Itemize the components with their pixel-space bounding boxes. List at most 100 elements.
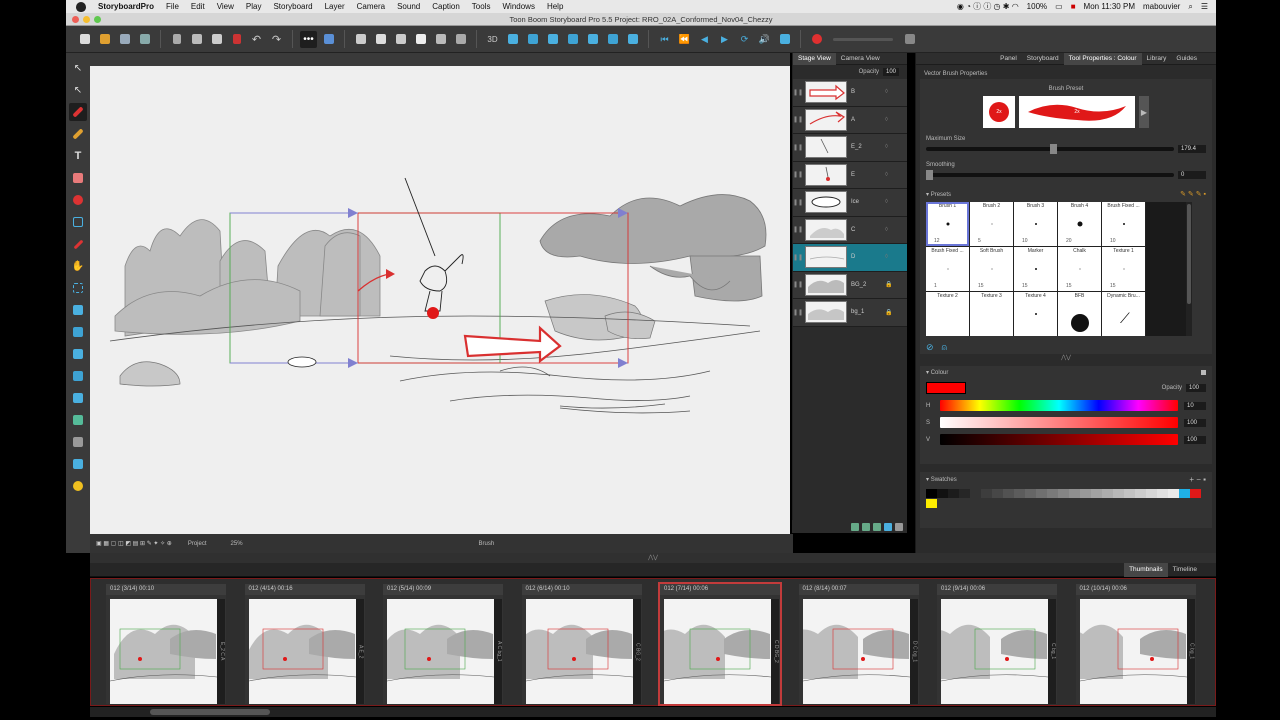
menu-caption[interactable]: Caption [432, 2, 460, 11]
colour-label[interactable]: ▾ Colour [926, 369, 948, 376]
swatch[interactable] [1091, 489, 1102, 498]
brush-preset[interactable]: Soft Brush 15 [970, 247, 1013, 291]
audio-icon[interactable] [901, 31, 918, 48]
save-icon[interactable] [116, 31, 133, 48]
layer-handle-icon[interactable]: ❚❚ [793, 199, 803, 206]
swatch[interactable] [1190, 489, 1201, 498]
lock-icon[interactable]: 🔒 [885, 309, 892, 316]
brush-preset[interactable]: Brush 4 20 [1058, 202, 1101, 246]
swatch[interactable] [959, 489, 970, 498]
duplicate-layer-icon[interactable] [884, 522, 892, 531]
layer-handle-icon[interactable]: ❚❚ [793, 144, 803, 151]
menu-storyboard[interactable]: Storyboard [273, 2, 312, 11]
panel-thumbnail-layers[interactable]: A E_2 [355, 599, 364, 704]
swatch[interactable] [926, 489, 937, 498]
menu-sound[interactable]: Sound [397, 2, 420, 11]
add-panel-icon[interactable] [69, 389, 87, 407]
swatch[interactable] [1157, 489, 1168, 498]
layer-row[interactable]: ❚❚ B ◊ [793, 79, 907, 107]
lightbulb-icon[interactable] [69, 477, 87, 495]
tab-thumbnails[interactable]: Thumbnails [1124, 562, 1168, 577]
menu-play[interactable]: Play [246, 2, 262, 11]
panel-icon[interactable] [392, 31, 409, 48]
duplicate-panel-icon[interactable] [69, 411, 87, 429]
camera-icon[interactable] [504, 31, 521, 48]
lock-icon[interactable]: 🔒 [885, 281, 892, 288]
swatch[interactable] [1168, 489, 1179, 498]
layer-handle-icon[interactable]: ❚❚ [793, 116, 803, 123]
swatch[interactable] [970, 489, 981, 498]
preset-actions-icons[interactable]: ✎ ✎ ✎ ▪ [1180, 190, 1206, 198]
thumbnails-scrollbar[interactable] [90, 707, 1216, 717]
panel-sound-icon[interactable] [69, 455, 87, 473]
camera-align-icon[interactable] [564, 31, 581, 48]
brush-preset-arrow-icon[interactable]: ▶ [1139, 96, 1149, 128]
panel-splitter[interactable]: ⋀⋁ [916, 354, 1216, 364]
layer-row[interactable]: ❚❚ C ◊ [793, 216, 907, 244]
saturation-field[interactable]: 100 [1184, 418, 1206, 427]
panel-thumbnail-layers[interactable]: C D BG_2 [771, 599, 779, 704]
minimize-window-button[interactable] [83, 16, 90, 23]
lock-icon[interactable]: ◊ [885, 144, 888, 150]
menu-app-name[interactable]: StoryboardPro [98, 2, 154, 11]
panel-thumbnail-layers[interactable]: C BG_2 [632, 599, 641, 704]
brush-preset[interactable]: Texture 4 [1014, 292, 1057, 336]
pencil-tool-icon[interactable] [69, 125, 87, 143]
presets-label[interactable]: ▾ Presets [926, 191, 951, 198]
swatch[interactable] [1135, 489, 1146, 498]
layer-icon[interactable] [69, 323, 87, 341]
swatch[interactable] [1146, 489, 1157, 498]
tab-stage-view[interactable]: Stage View [793, 52, 836, 65]
layer-handle-icon[interactable]: ❚❚ [793, 254, 803, 261]
swatch[interactable] [948, 489, 959, 498]
user-name[interactable]: mabouvier [1143, 2, 1180, 11]
brush-preset[interactable]: Texture 2 [926, 292, 969, 336]
smoothing-slider[interactable] [926, 170, 1174, 180]
trash-icon[interactable] [69, 433, 87, 451]
swatch[interactable] [1069, 489, 1080, 498]
transform-tool-icon[interactable] [69, 279, 87, 297]
swatch[interactable] [1080, 489, 1091, 498]
undo-icon[interactable]: ↶ [248, 31, 265, 48]
scrollbar-thumb[interactable] [150, 709, 270, 715]
brush-tool-icon[interactable] [69, 103, 87, 121]
menu-camera[interactable]: Camera [357, 2, 385, 11]
lock-icon[interactable]: ◊ [885, 254, 888, 260]
brush-preset[interactable]: Brush 1 12 [926, 202, 969, 246]
panel-thumbnail-layers[interactable]: A C bg_1 [494, 599, 502, 704]
panel-thumbnail[interactable]: 012 (6/14) 00:10 C BG_2 [521, 584, 642, 704]
swatch[interactable] [1124, 489, 1135, 498]
transform-icon[interactable] [320, 31, 337, 48]
paint-tool-icon[interactable] [69, 191, 87, 209]
lock-icon[interactable]: ◊ [885, 199, 888, 205]
panel-thumbnail[interactable]: 012 (7/14) 00:06 C D BG_2 [658, 582, 782, 706]
layer-row[interactable]: ❚❚ E ◊ [793, 161, 907, 189]
camera-keyframe-icon[interactable] [524, 31, 541, 48]
panel-thumbnail-layers[interactable]: C bg_1 [1048, 599, 1056, 704]
swatch[interactable] [1102, 489, 1113, 498]
more-options-icon[interactable]: ••• [300, 30, 317, 48]
tab-guides[interactable]: Guides [1171, 53, 1202, 65]
apple-icon[interactable] [76, 1, 86, 12]
layer-opacity-field[interactable]: 100 [882, 68, 899, 76]
add-bitmap-layer-icon[interactable] [862, 522, 870, 531]
swatch[interactable] [1014, 489, 1025, 498]
copy-icon[interactable] [188, 31, 205, 48]
layer-handle-icon[interactable]: ❚❚ [793, 281, 803, 288]
select-tool-icon[interactable]: ↖ [69, 59, 87, 77]
menu-windows[interactable]: Windows [502, 2, 534, 11]
menu-help[interactable]: Help [547, 2, 563, 11]
hand-tool-icon[interactable]: ✋ [69, 257, 87, 275]
layer-handle-icon[interactable]: ❚❚ [793, 171, 803, 178]
previous-frame-icon[interactable]: ◀ [696, 31, 713, 48]
brush-preset[interactable]: Brush Fixed ... 1 [926, 247, 969, 291]
layer-row[interactable]: ❚❚ BG_2 🔒 [793, 271, 907, 299]
drawing-canvas[interactable] [90, 66, 790, 534]
table-icon[interactable] [432, 31, 449, 48]
delete-layer-icon[interactable] [895, 522, 903, 531]
max-size-knob[interactable] [1050, 144, 1057, 154]
swatch[interactable] [1113, 489, 1124, 498]
menu-view[interactable]: View [217, 2, 234, 11]
panel-thumbnail-layers[interactable]: E_2 C A [217, 599, 225, 704]
swatch[interactable] [1047, 489, 1058, 498]
